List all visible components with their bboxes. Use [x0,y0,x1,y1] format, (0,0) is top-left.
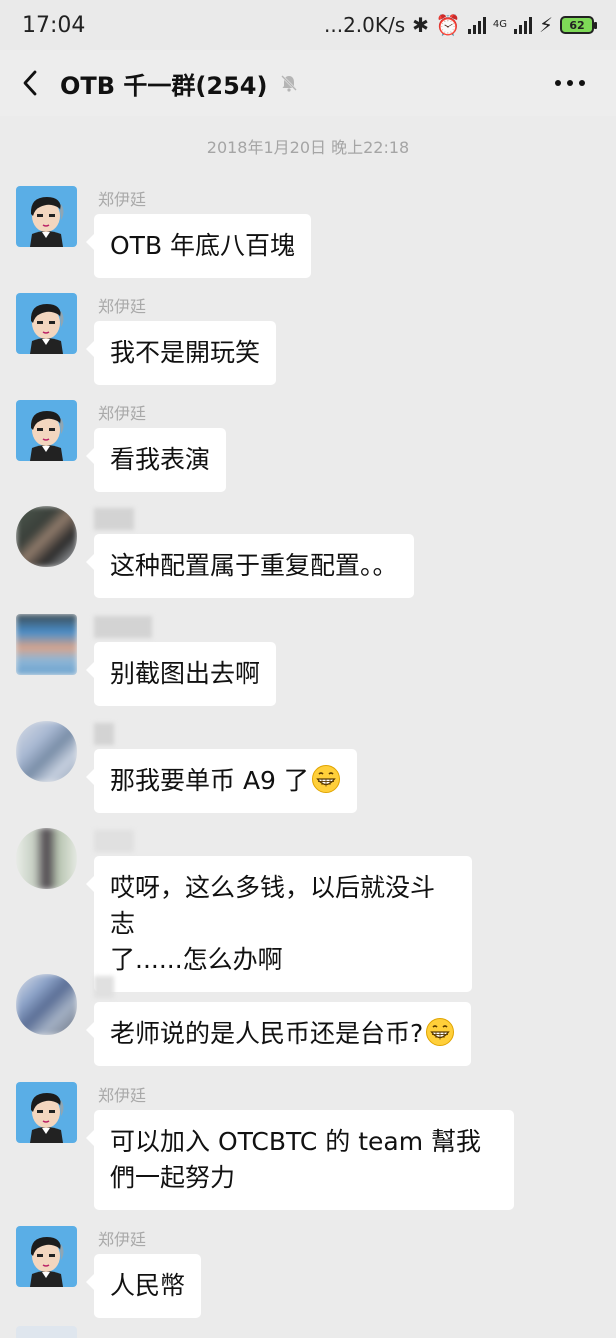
avatar[interactable] [16,400,77,461]
message-bubble[interactable]: 那我要单币 A9 了 [86,749,357,813]
charging-icon: ⚡ [538,13,553,37]
message-text: 那我要单币 A9 了 [110,766,309,795]
blurred-avatar [16,974,77,1035]
message-text: 老师说的是人民币还是台币? [110,1019,424,1048]
avatar-cartoon-icon [16,1082,77,1143]
chat-message-list[interactable]: 2018年1月20日 晚上22:18 郑伊廷 OTB 年底八百塊 郑伊廷 我不是… [0,116,616,1338]
battery-level: 62 [569,18,585,32]
message-text-line: 哎呀，这么多钱，以后就没斗志 [110,873,436,938]
status-icons: ...2.0K/s ✱ ⏰ 4G ⚡ 62 [324,13,597,37]
sender-name-redacted [94,508,134,530]
blurred-avatar [16,614,77,675]
sender-name: 郑伊廷 [98,1086,147,1105]
sender-name: 郑伊廷 [98,190,147,209]
signal-icon-2 [513,16,532,34]
avatar[interactable] [16,828,77,889]
avatar[interactable] [16,506,77,567]
net-speed: ...2.0K/s [324,13,406,37]
message-bubble[interactable]: 我不是開玩笑 [85,321,277,385]
avatar[interactable] [16,721,77,782]
message-text: 这种配置属于重复配置。。 [110,551,398,580]
back-button[interactable] [0,50,60,116]
sender-name: 郑伊廷 [98,297,147,316]
message-bubble[interactable]: 这种配置属于重复配置。。 [86,534,414,598]
chat-title-text: OTB 千一群(254) [60,71,268,100]
message-bubble[interactable]: 可以加入 OTCBTC 的 team 幫我 們一起努力 [86,1110,514,1210]
message-text: 我不是開玩笑 [110,338,261,367]
next-avatar-partial [16,1326,77,1338]
avatar[interactable] [16,1082,77,1143]
message-text-line: 可以加入 OTCBTC 的 team 幫我 [110,1127,481,1156]
avatar[interactable] [16,614,77,675]
sender-name-redacted [94,976,114,998]
avatar[interactable] [16,1226,77,1287]
message-text-line: 們一起努力 [110,1163,236,1192]
message-text: 别截图出去啊 [110,659,261,688]
signal-icon [467,16,486,34]
blurred-avatar [16,721,77,782]
avatar[interactable] [16,293,77,354]
message-bubble[interactable]: OTB 年底八百塊 [85,214,312,278]
bluetooth-icon: ✱ [412,13,429,37]
sender-name: 郑伊廷 [98,404,147,423]
battery-icon: 62 [560,16,597,34]
more-icon [555,80,585,86]
avatar-cartoon-icon [16,400,77,461]
blurred-avatar [16,506,77,567]
sender-name-redacted [94,616,152,638]
avatar[interactable] [16,974,77,1035]
message-text-line: 了......怎么办啊 [110,945,283,974]
sender-name-redacted [94,723,114,745]
message-bubble[interactable]: 哎呀，这么多钱，以后就没斗志 了......怎么办啊 [86,856,472,992]
avatar-cartoon-icon [16,293,77,354]
message-bubble[interactable]: 老师说的是人民币还是台币? [85,1002,472,1066]
grinning-face-icon [311,765,340,793]
sender-name-redacted [94,830,134,852]
chat-title[interactable]: OTB 千一群(254) [60,66,299,101]
grinning-face-icon [426,1018,455,1046]
chat-timestamp: 2018年1月20日 晚上22:18 [206,138,410,157]
message-bubble[interactable]: 别截图出去啊 [85,642,277,706]
message-text: 人民幣 [110,1271,186,1300]
message-text: 看我表演 [110,445,211,474]
chat-header: OTB 千一群(254) [0,50,616,116]
sender-name: 郑伊廷 [98,1230,147,1249]
message-bubble[interactable]: 看我表演 [85,428,227,492]
alarm-icon: ⏰ [435,13,461,37]
network-type: 4G [492,19,507,30]
message-bubble[interactable]: 人民幣 [85,1254,202,1318]
bell-off-icon [281,75,298,92]
more-button[interactable] [550,68,590,98]
status-time: 17:04 [22,12,86,38]
avatar[interactable] [16,186,77,247]
blurred-avatar [16,828,77,889]
chevron-left-icon [23,70,37,96]
message-text: OTB 年底八百塊 [110,231,296,260]
avatar-cartoon-icon [16,186,77,247]
status-bar: 17:04 ...2.0K/s ✱ ⏰ 4G ⚡ 62 [0,0,616,50]
avatar-cartoon-icon [16,1226,77,1287]
